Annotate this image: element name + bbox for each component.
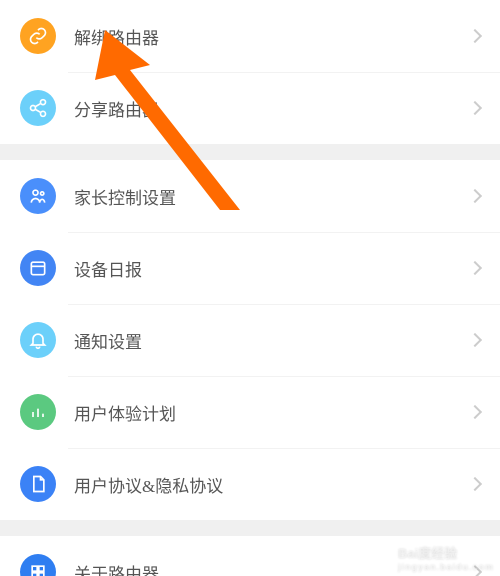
settings-group: 关于路由器: [0, 536, 500, 576]
parent-icon: [20, 178, 56, 214]
row-label: 设备日报: [74, 256, 470, 281]
row-ux-plan[interactable]: 用户体验计划: [0, 376, 500, 448]
bell-icon: [20, 322, 56, 358]
row-about[interactable]: 关于路由器: [0, 536, 500, 576]
chart-icon: [20, 394, 56, 430]
chevron-right-icon: [468, 405, 482, 419]
chevron-right-icon: [468, 101, 482, 115]
row-parental[interactable]: 家长控制设置: [0, 160, 500, 232]
row-label: 用户协议&隐私协议: [74, 472, 470, 497]
link-icon: [20, 18, 56, 54]
share-icon: [20, 90, 56, 126]
chevron-right-icon: [468, 261, 482, 275]
row-share-router[interactable]: 分享路由器: [0, 72, 500, 144]
grid-icon: [20, 554, 56, 576]
settings-group: 解绑路由器 分享路由器: [0, 0, 500, 144]
chevron-right-icon: [468, 477, 482, 491]
settings-page: 解绑路由器 分享路由器 家长控制设置 设备日报: [0, 0, 500, 576]
row-label: 用户体验计划: [74, 400, 470, 425]
row-label: 解绑路由器: [74, 24, 470, 49]
row-daily[interactable]: 设备日报: [0, 232, 500, 304]
row-label: 家长控制设置: [74, 184, 470, 209]
chevron-right-icon: [468, 189, 482, 203]
row-unbind-router[interactable]: 解绑路由器: [0, 0, 500, 72]
row-label: 分享路由器: [74, 96, 470, 121]
document-icon: [20, 466, 56, 502]
row-notify[interactable]: 通知设置: [0, 304, 500, 376]
settings-group: 家长控制设置 设备日报 通知设置 用户体验计划: [0, 160, 500, 520]
row-agreement[interactable]: 用户协议&隐私协议: [0, 448, 500, 520]
chevron-right-icon: [468, 29, 482, 43]
chevron-right-icon: [468, 565, 482, 576]
row-label: 关于路由器: [74, 560, 470, 576]
chevron-right-icon: [468, 333, 482, 347]
row-label: 通知设置: [74, 328, 470, 353]
calendar-icon: [20, 250, 56, 286]
